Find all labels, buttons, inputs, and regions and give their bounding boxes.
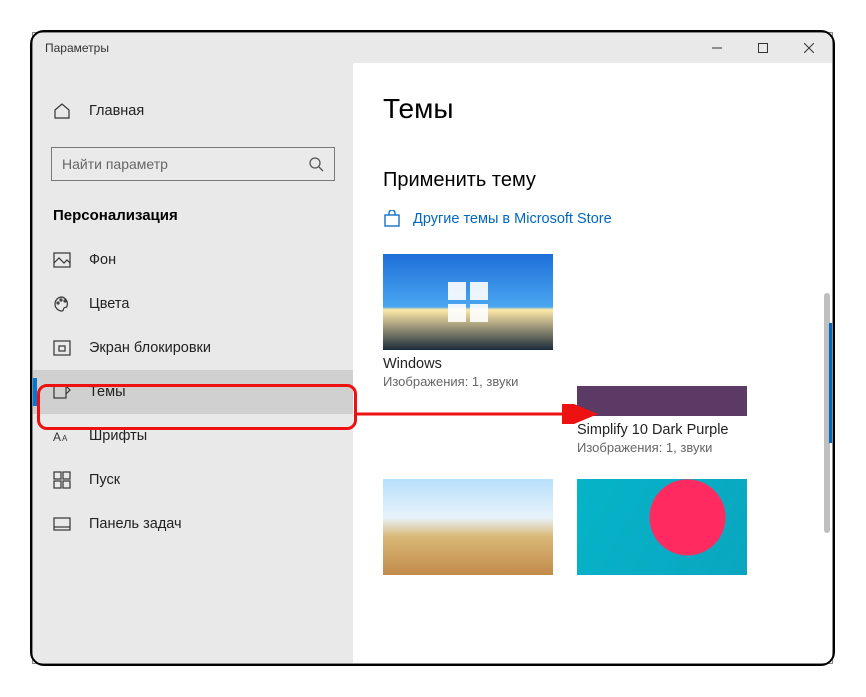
- theme-name: Windows: [383, 356, 553, 372]
- theme-thumb: [577, 386, 747, 416]
- sidebar: Главная Найти параметр Персонализация Фо…: [33, 63, 353, 663]
- home-icon: [53, 102, 71, 120]
- taskbar-icon: [53, 515, 71, 533]
- more-themes-label: Другие темы в Microsoft Store: [413, 211, 612, 227]
- sidebar-item-start[interactable]: Пуск: [33, 458, 353, 502]
- store-icon: [383, 210, 401, 228]
- svg-text:A: A: [53, 430, 61, 444]
- picture-icon: [53, 251, 71, 269]
- theme-sub: Изображения: 1, звуки: [383, 374, 553, 389]
- sidebar-item-lockscreen[interactable]: Экран блокировки: [33, 326, 353, 370]
- theme-card-4[interactable]: [577, 479, 747, 575]
- search-placeholder: Найти параметр: [62, 156, 308, 172]
- sidebar-item-label: Темы: [89, 384, 126, 400]
- sidebar-item-taskbar[interactable]: Панель задач: [33, 502, 353, 546]
- theme-card-simplify10[interactable]: Simplify 10 Dark Purple Изображения: 1, …: [577, 254, 747, 455]
- sidebar-item-label: Экран блокировки: [89, 340, 211, 356]
- sidebar-item-label: Шрифты: [89, 428, 147, 444]
- more-themes-link[interactable]: Другие темы в Microsoft Store: [383, 210, 832, 228]
- sidebar-item-label: Цвета: [89, 296, 129, 312]
- search-icon: [308, 156, 324, 172]
- titlebar: Параметры: [33, 33, 832, 63]
- window-title: Параметры: [33, 33, 694, 63]
- page-title: Темы: [383, 93, 832, 125]
- search-input[interactable]: Найти параметр: [51, 147, 335, 181]
- close-button[interactable]: [786, 33, 832, 63]
- palette-icon: [53, 295, 71, 313]
- settings-window: Параметры Главная Найти параметр: [32, 32, 833, 664]
- theme-name: Simplify 10 Dark Purple: [577, 422, 747, 438]
- theme-thumb: [383, 479, 553, 575]
- theme-thumb: [383, 254, 553, 350]
- sidebar-item-colors[interactable]: Цвета: [33, 282, 353, 326]
- sidebar-item-themes[interactable]: Темы: [33, 370, 353, 414]
- start-icon: [53, 471, 71, 489]
- sidebar-item-background[interactable]: Фон: [33, 238, 353, 282]
- lockscreen-icon: [53, 339, 71, 357]
- svg-text:A: A: [62, 434, 68, 443]
- sidebar-item-fonts[interactable]: AA Шрифты: [33, 414, 353, 458]
- nav-home[interactable]: Главная: [33, 89, 353, 133]
- nav-home-label: Главная: [89, 103, 144, 119]
- apply-theme-heading: Применить тему: [383, 169, 832, 192]
- theme-thumb: [577, 479, 747, 575]
- theme-sub: Изображения: 1, звуки: [577, 440, 747, 455]
- minimize-button[interactable]: [694, 33, 740, 63]
- scroll-indicator: [829, 323, 832, 443]
- theme-card-windows[interactable]: Windows Изображения: 1, звуки: [383, 254, 553, 455]
- sidebar-item-label: Панель задач: [89, 516, 182, 532]
- sidebar-item-label: Фон: [89, 252, 116, 268]
- theme-grid: Windows Изображения: 1, звуки Simplify 1…: [383, 254, 823, 575]
- sidebar-item-label: Пуск: [89, 472, 120, 488]
- themes-icon: [53, 383, 71, 401]
- maximize-button[interactable]: [740, 33, 786, 63]
- fonts-icon: AA: [53, 427, 71, 445]
- theme-card-3[interactable]: [383, 479, 553, 575]
- content-pane: Темы Применить тему Другие темы в Micros…: [353, 63, 832, 663]
- sidebar-section: Персонализация: [33, 203, 353, 238]
